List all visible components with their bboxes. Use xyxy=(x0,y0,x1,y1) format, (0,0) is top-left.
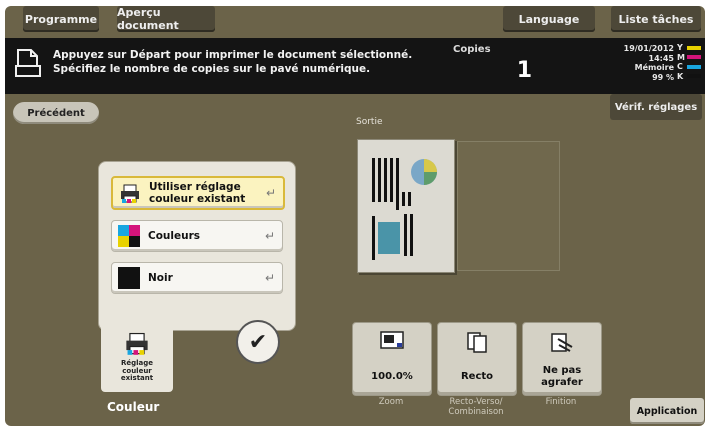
tab-programme[interactable]: Programme xyxy=(23,6,99,32)
copies-label: Copies xyxy=(453,44,491,55)
option-label: Noir xyxy=(148,272,173,284)
recto-verso-label: Recto-Verso/ Combinaison xyxy=(431,397,521,417)
current-mode-line-3: existant xyxy=(120,374,154,382)
staple-icon xyxy=(551,333,573,352)
option-couleurs[interactable]: Couleurs ↵ xyxy=(111,220,283,252)
finition-value-line-2: agrafer xyxy=(541,377,583,388)
copier-screen: Programme Aperçu document Language Liste… xyxy=(5,6,705,426)
finition-label: Finition xyxy=(545,397,577,407)
message-line-2: Spécifiez le nombre de copies sur le pav… xyxy=(53,63,371,75)
recto-verso-button[interactable]: Recto xyxy=(437,322,517,396)
option-noir[interactable]: Noir ↵ xyxy=(111,262,283,294)
enter-arrow-icon: ↵ xyxy=(265,186,277,200)
cmyk-color-icon xyxy=(118,225,140,247)
output-preview xyxy=(357,139,455,273)
confirm-check-button[interactable]: ✔ xyxy=(236,320,280,364)
sortie-label: Sortie xyxy=(356,117,383,127)
copies-count: 1 xyxy=(516,58,532,83)
zoom-label: Zoom xyxy=(378,397,404,407)
page-thumbnail-icon xyxy=(372,158,437,260)
duplex-icon xyxy=(467,332,487,353)
tab-liste-taches[interactable]: Liste tâches xyxy=(611,6,701,32)
finition-value-line-1: Ne pas xyxy=(542,365,582,376)
option-label-line-1: Utiliser réglage xyxy=(149,181,241,193)
toner-letter: C xyxy=(677,62,683,72)
option-label: Utiliser réglage couleur existant xyxy=(149,181,263,205)
output-preview-back xyxy=(457,141,560,271)
toner-letter: Y xyxy=(677,43,683,53)
toner-letter: M xyxy=(677,52,685,62)
status-date: 19/01/2012 xyxy=(623,44,674,53)
enter-arrow-icon: ↵ xyxy=(264,271,276,285)
toner-swatch-y xyxy=(687,45,701,50)
recto-value: Recto xyxy=(460,371,494,382)
printer-color-icon xyxy=(126,332,148,355)
zoom-icon xyxy=(380,331,404,349)
toner-levels: Y M C K xyxy=(677,43,703,81)
recto-verso-label-line-1: Recto-Verso/ xyxy=(449,397,503,407)
black-swatch-icon xyxy=(118,267,140,289)
current-color-mode-tile[interactable]: Réglage couleur existant xyxy=(101,324,173,392)
application-button[interactable]: Application xyxy=(630,398,704,424)
tab-apercu-document[interactable]: Aperçu document xyxy=(117,6,215,32)
message-bar: Appuyez sur Départ pour imprimer le docu… xyxy=(5,38,705,94)
current-mode-text: Réglage couleur existant xyxy=(101,359,173,383)
message-line-1: Appuyez sur Départ pour imprimer le docu… xyxy=(53,49,413,61)
enter-arrow-icon: ↵ xyxy=(264,229,276,243)
zoom-button[interactable]: 100.0% xyxy=(352,322,432,396)
print-document-icon xyxy=(15,49,41,77)
toner-swatch-c xyxy=(687,64,701,69)
toner-swatch-m xyxy=(687,55,701,60)
option-label-line-2: couleur existant xyxy=(149,193,246,205)
printer-color-icon xyxy=(121,184,139,203)
verif-reglages-button[interactable]: Vérif. réglages xyxy=(610,94,702,120)
memory-label: Mémoire xyxy=(634,63,674,72)
memory-value: 99 % xyxy=(652,72,674,82)
status-time: 14:45 xyxy=(648,53,674,63)
finition-button[interactable]: Ne pas agrafer xyxy=(522,322,602,396)
finition-value: Ne pas agrafer xyxy=(523,365,601,389)
instruction-message: Appuyez sur Départ pour imprimer le docu… xyxy=(53,48,412,76)
option-label: Couleurs xyxy=(148,230,201,242)
tab-language[interactable]: Language xyxy=(503,6,595,32)
option-utiliser-reglage-couleur-existant[interactable]: Utiliser réglage couleur existant ↵ xyxy=(111,176,285,210)
precedent-button[interactable]: Précédent xyxy=(13,102,99,124)
toner-swatch-k xyxy=(687,74,701,79)
status-readout: 19/01/2012 14:45 Mémoire 99 % xyxy=(612,44,674,82)
color-options-panel: Utiliser réglage couleur existant ↵ Coul… xyxy=(98,161,296,331)
toner-letter: K xyxy=(677,71,684,81)
couleur-label: Couleur xyxy=(107,400,160,414)
zoom-value: 100.0% xyxy=(371,371,413,382)
recto-verso-label-line-2: Combinaison xyxy=(448,407,504,417)
